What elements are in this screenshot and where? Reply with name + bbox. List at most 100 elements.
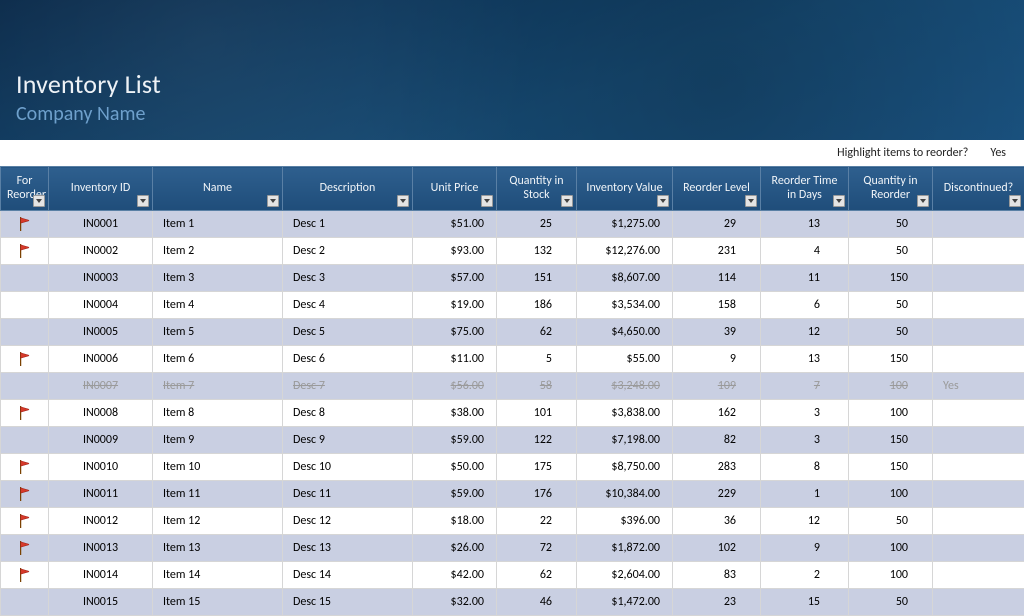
reorder-level-cell[interactable]: 9 — [673, 346, 761, 373]
description-cell[interactable]: Desc 11 — [283, 481, 413, 508]
discontinued-cell[interactable] — [933, 400, 1024, 427]
table-row[interactable]: IN0009Item 9Desc 9$59.00122$7,198.008231… — [1, 427, 1024, 454]
column-header[interactable]: Reorder Time in Days — [761, 167, 849, 211]
reorder-level-cell[interactable]: 162 — [673, 400, 761, 427]
inventory-id-cell[interactable]: IN0003 — [49, 265, 153, 292]
unit-price-cell[interactable]: $56.00 — [413, 373, 497, 400]
table-row[interactable]: IN0011Item 11Desc 11$59.00176$10,384.002… — [1, 481, 1024, 508]
discontinued-cell[interactable] — [933, 265, 1024, 292]
column-header[interactable]: Inventory ID — [49, 167, 153, 211]
reorder-time-cell[interactable]: 6 — [761, 292, 849, 319]
table-row[interactable]: IN0005Item 5Desc 5$75.0062$4,650.0039125… — [1, 319, 1024, 346]
filter-dropdown-icon[interactable] — [657, 195, 669, 207]
filter-dropdown-icon[interactable] — [481, 195, 493, 207]
table-row[interactable]: IN0002Item 2Desc 2$93.00132$12,276.00231… — [1, 238, 1024, 265]
inventory-value-cell[interactable]: $12,276.00 — [577, 238, 673, 265]
inventory-value-cell[interactable]: $8,750.00 — [577, 454, 673, 481]
inventory-value-cell[interactable]: $3,838.00 — [577, 400, 673, 427]
name-cell[interactable]: Item 13 — [153, 535, 283, 562]
qty-reorder-cell[interactable]: 50 — [849, 211, 933, 238]
qty-stock-cell[interactable]: 72 — [497, 535, 577, 562]
table-row[interactable]: IN0010Item 10Desc 10$50.00175$8,750.0028… — [1, 454, 1024, 481]
qty-stock-cell[interactable]: 46 — [497, 589, 577, 616]
table-row[interactable]: IN0014Item 14Desc 14$42.0062$2,604.00832… — [1, 562, 1024, 589]
table-row[interactable]: IN0013Item 13Desc 13$26.0072$1,872.00102… — [1, 535, 1024, 562]
reorder-flag-cell[interactable] — [1, 535, 49, 562]
reorder-level-cell[interactable]: 102 — [673, 535, 761, 562]
filter-dropdown-icon[interactable] — [397, 195, 409, 207]
inventory-value-cell[interactable]: $55.00 — [577, 346, 673, 373]
inventory-id-cell[interactable]: IN0011 — [49, 481, 153, 508]
reorder-level-cell[interactable]: 158 — [673, 292, 761, 319]
table-row[interactable]: IN0008Item 8Desc 8$38.00101$3,838.001623… — [1, 400, 1024, 427]
reorder-level-cell[interactable]: 229 — [673, 481, 761, 508]
description-cell[interactable]: Desc 3 — [283, 265, 413, 292]
qty-stock-cell[interactable]: 151 — [497, 265, 577, 292]
reorder-time-cell[interactable]: 3 — [761, 427, 849, 454]
qty-stock-cell[interactable]: 186 — [497, 292, 577, 319]
qty-reorder-cell[interactable]: 150 — [849, 265, 933, 292]
inventory-id-cell[interactable]: IN0013 — [49, 535, 153, 562]
reorder-level-cell[interactable]: 82 — [673, 427, 761, 454]
reorder-level-cell[interactable]: 39 — [673, 319, 761, 346]
unit-price-cell[interactable]: $32.00 — [413, 589, 497, 616]
reorder-flag-cell[interactable] — [1, 508, 49, 535]
reorder-time-cell[interactable]: 1 — [761, 481, 849, 508]
reorder-time-cell[interactable]: 7 — [761, 373, 849, 400]
inventory-id-cell[interactable]: IN0015 — [49, 589, 153, 616]
qty-reorder-cell[interactable]: 50 — [849, 589, 933, 616]
inventory-id-cell[interactable]: IN0010 — [49, 454, 153, 481]
qty-reorder-cell[interactable]: 50 — [849, 238, 933, 265]
inventory-value-cell[interactable]: $3,534.00 — [577, 292, 673, 319]
name-cell[interactable]: Item 4 — [153, 292, 283, 319]
qty-reorder-cell[interactable]: 100 — [849, 535, 933, 562]
reorder-level-cell[interactable]: 231 — [673, 238, 761, 265]
reorder-flag-cell[interactable] — [1, 481, 49, 508]
discontinued-cell[interactable] — [933, 454, 1024, 481]
table-row[interactable]: IN0003Item 3Desc 3$57.00151$8,607.001141… — [1, 265, 1024, 292]
qty-reorder-cell[interactable]: 50 — [849, 292, 933, 319]
column-header[interactable]: Quantity in Reorder — [849, 167, 933, 211]
qty-reorder-cell[interactable]: 150 — [849, 427, 933, 454]
reorder-flag-cell[interactable] — [1, 427, 49, 454]
description-cell[interactable]: Desc 2 — [283, 238, 413, 265]
reorder-flag-cell[interactable] — [1, 292, 49, 319]
unit-price-cell[interactable]: $50.00 — [413, 454, 497, 481]
qty-stock-cell[interactable]: 25 — [497, 211, 577, 238]
reorder-time-cell[interactable]: 8 — [761, 454, 849, 481]
description-cell[interactable]: Desc 13 — [283, 535, 413, 562]
discontinued-cell[interactable] — [933, 589, 1024, 616]
inventory-value-cell[interactable]: $10,384.00 — [577, 481, 673, 508]
qty-stock-cell[interactable]: 62 — [497, 319, 577, 346]
qty-stock-cell[interactable]: 176 — [497, 481, 577, 508]
qty-reorder-cell[interactable]: 100 — [849, 400, 933, 427]
reorder-time-cell[interactable]: 12 — [761, 319, 849, 346]
filter-dropdown-icon[interactable] — [267, 195, 279, 207]
qty-stock-cell[interactable]: 101 — [497, 400, 577, 427]
description-cell[interactable]: Desc 14 — [283, 562, 413, 589]
filter-dropdown-icon[interactable] — [745, 195, 757, 207]
column-header[interactable]: Name — [153, 167, 283, 211]
qty-stock-cell[interactable]: 62 — [497, 562, 577, 589]
filter-dropdown-icon[interactable] — [1009, 195, 1021, 207]
inventory-id-cell[interactable]: IN0012 — [49, 508, 153, 535]
column-header[interactable]: Inventory Value — [577, 167, 673, 211]
inventory-value-cell[interactable]: $1,275.00 — [577, 211, 673, 238]
reorder-time-cell[interactable]: 2 — [761, 562, 849, 589]
table-row[interactable]: IN0006Item 6Desc 6$11.005$55.00913150 — [1, 346, 1024, 373]
name-cell[interactable]: Item 5 — [153, 319, 283, 346]
qty-reorder-cell[interactable]: 150 — [849, 454, 933, 481]
reorder-flag-cell[interactable] — [1, 211, 49, 238]
reorder-time-cell[interactable]: 13 — [761, 346, 849, 373]
column-header[interactable]: Unit Price — [413, 167, 497, 211]
unit-price-cell[interactable]: $93.00 — [413, 238, 497, 265]
discontinued-cell[interactable] — [933, 562, 1024, 589]
unit-price-cell[interactable]: $42.00 — [413, 562, 497, 589]
qty-stock-cell[interactable]: 22 — [497, 508, 577, 535]
unit-price-cell[interactable]: $51.00 — [413, 211, 497, 238]
discontinued-cell[interactable] — [933, 319, 1024, 346]
reorder-flag-cell[interactable] — [1, 238, 49, 265]
qty-stock-cell[interactable]: 122 — [497, 427, 577, 454]
discontinued-cell[interactable] — [933, 427, 1024, 454]
reorder-time-cell[interactable]: 9 — [761, 535, 849, 562]
